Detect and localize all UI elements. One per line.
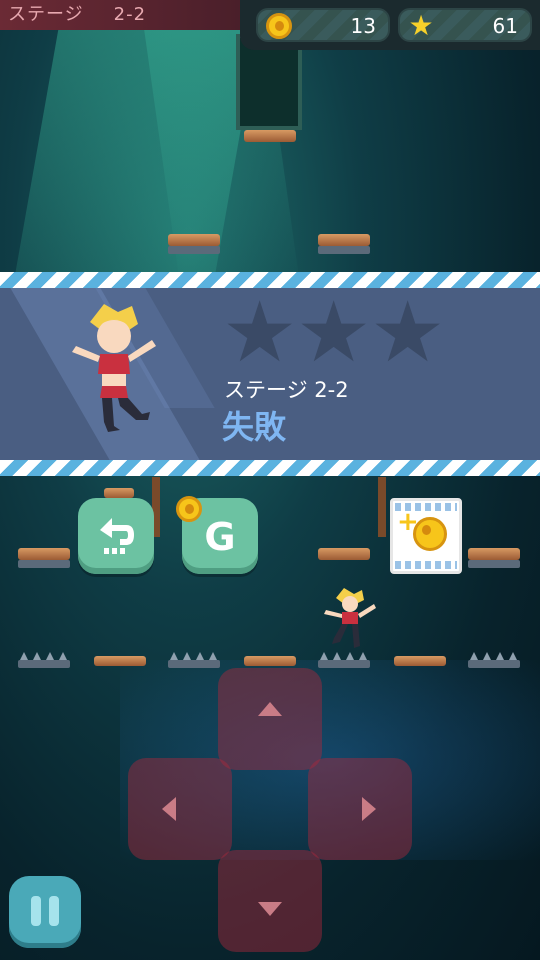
result-status: 失敗 [222,408,287,446]
right-arrow-icon [362,797,376,821]
dpad-up-button[interactable] [218,668,322,770]
banner-stripe-bottom [0,460,540,476]
dpad-right-button[interactable] [308,758,412,860]
up-arrow-icon [258,702,282,716]
stage-label: ステージ [8,4,84,25]
watch-video-button[interactable]: + [390,498,462,574]
platform [244,656,296,666]
platform-spring [318,246,370,254]
result-star-empty: ★ [296,283,372,381]
character-portrait [72,304,156,432]
platform [104,488,134,498]
stage-number: 2-2 [113,4,147,25]
player-character [324,588,376,648]
down-arrow-icon [258,902,282,916]
coin-counter: 13 [256,8,390,42]
pause-icon [49,896,59,926]
platform [318,234,370,246]
platform [318,548,370,560]
star-counter: ★ 61 [398,8,532,42]
back-button[interactable] [78,498,154,574]
platform [468,548,520,560]
film-strip-bottom [395,561,457,569]
platform [18,548,70,560]
result-star-empty: ★ [222,283,298,381]
plus-icon: + [397,507,419,537]
spike-base [18,660,70,668]
platform-spring [468,560,520,568]
dpad-left-button[interactable] [128,758,232,860]
stage-tab: ステージ 2-2 [0,0,240,30]
pillar [378,477,386,537]
spike-base [468,660,520,668]
return-arrow-icon [100,518,134,554]
platform [168,234,220,246]
platform-spring [18,560,70,568]
retry-g-icon: G [204,515,235,559]
spike-base [318,660,370,668]
pause-button[interactable] [9,876,81,948]
result-stage-title: ステージ 2-2 [224,378,349,402]
dpad-down-button[interactable] [218,850,322,952]
left-arrow-icon [162,797,176,821]
coin-icon [266,13,292,39]
platform [94,656,146,666]
platform [244,130,296,142]
platform [394,656,446,666]
spike-base [168,660,220,668]
hud-panel: 13 ★ 61 [240,0,540,50]
star-icon: ★ [408,9,434,42]
coin-count: 13 [350,14,376,38]
pause-icon [31,896,41,926]
star-count: 61 [492,14,518,38]
retry-letter: G [204,515,235,559]
result-star-empty: ★ [370,283,446,381]
coin-icon [176,496,202,522]
platform-spring [168,246,220,254]
